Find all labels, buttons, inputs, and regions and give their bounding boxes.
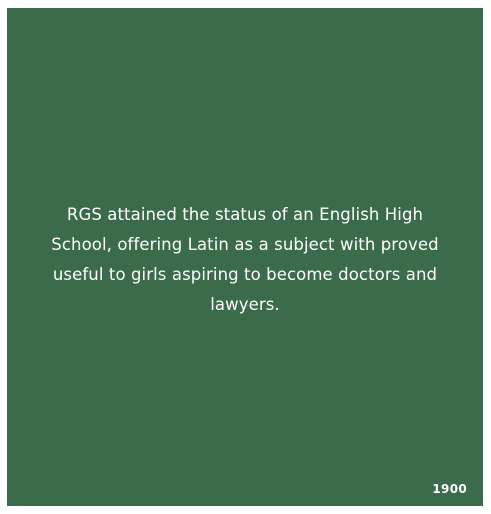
timeline-year-label: 1900 xyxy=(432,482,467,496)
timeline-card: RGS attained the status of an English Hi… xyxy=(7,8,483,506)
timeline-card-text: RGS attained the status of an English Hi… xyxy=(51,205,439,314)
